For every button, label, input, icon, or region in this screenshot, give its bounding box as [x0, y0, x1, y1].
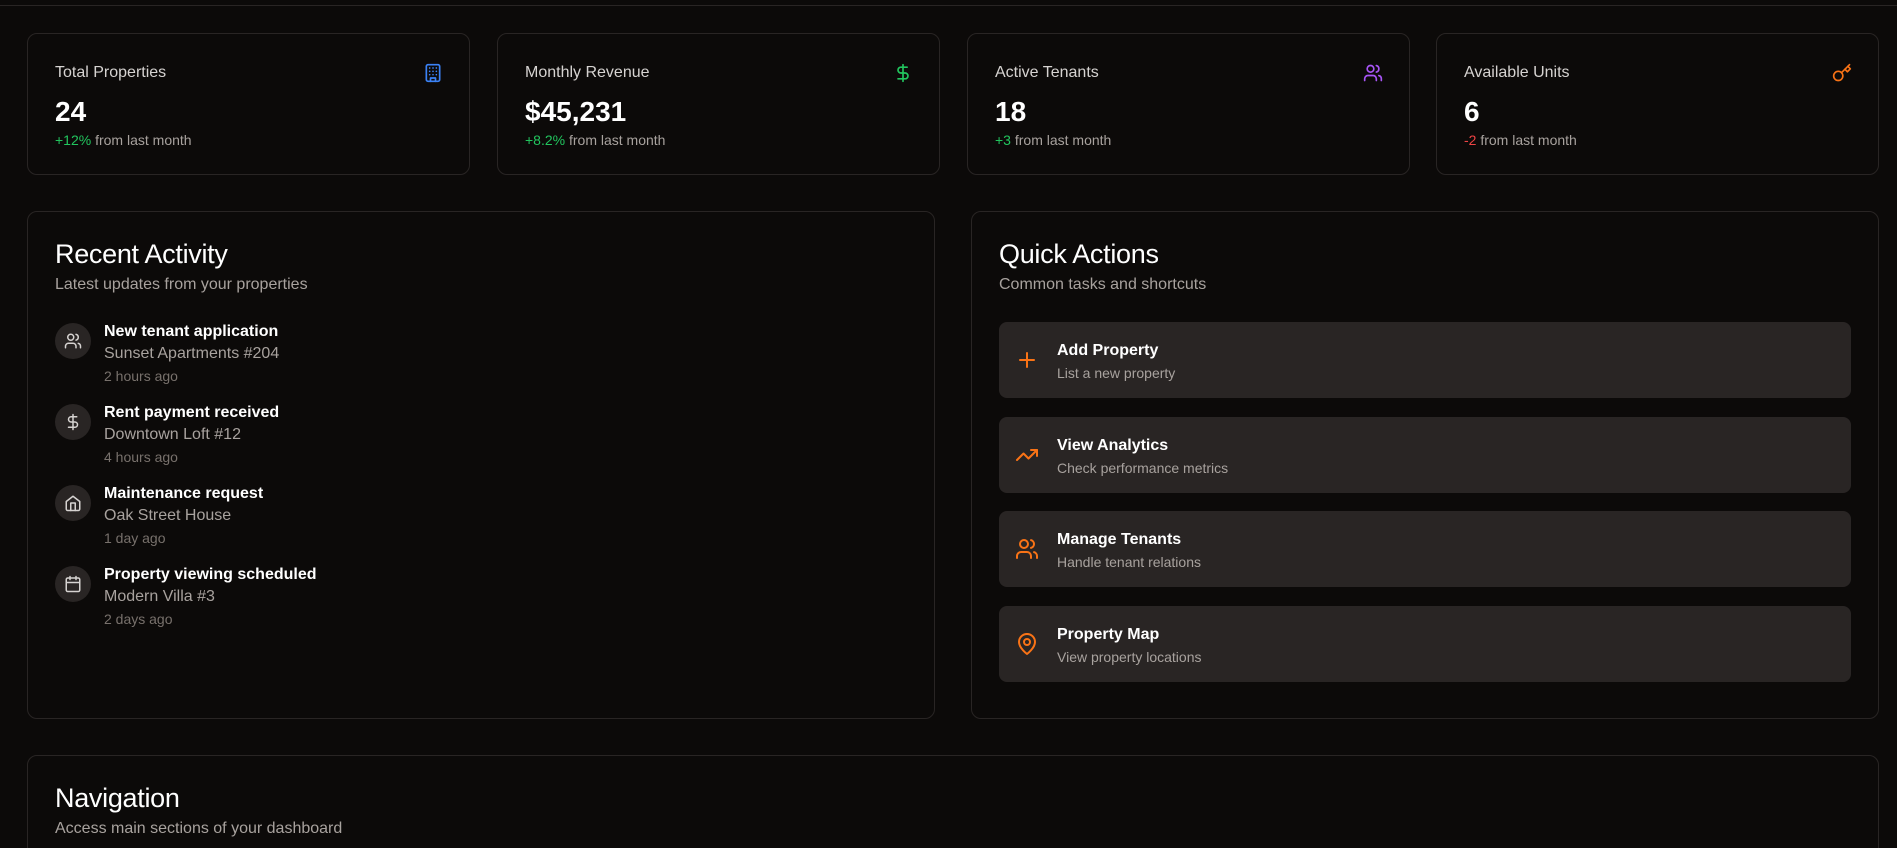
action-title: View Analytics [1057, 437, 1169, 454]
stat-card-total-properties: Total Properties 24 +12% from last month [27, 33, 470, 175]
stat-title: Total Properties [55, 64, 167, 81]
stat-delta: -2 from last month [1464, 132, 1577, 148]
action-subtitle: Check performance metrics [1057, 460, 1229, 476]
stat-delta-suffix: from last month [1476, 132, 1577, 148]
stat-delta-suffix: from last month [565, 132, 666, 148]
navigation-panel: Navigation Access main sections of your … [27, 755, 1879, 848]
stat-value: 24 [55, 96, 87, 127]
plus-icon [1015, 348, 1039, 372]
stat-title: Active Tenants [995, 64, 1099, 81]
stats-row: Total Properties 24 +12% from last month… [27, 33, 1879, 175]
stat-card-monthly-revenue: Monthly Revenue $45,231 +8.2% from last … [497, 33, 940, 175]
panel-subtitle: Latest updates from your properties [55, 276, 308, 293]
map-pin-icon [1015, 632, 1039, 656]
action-title: Add Property [1057, 342, 1159, 359]
add-property-button[interactable]: Add Property List a new property [999, 322, 1851, 398]
stat-title: Available Units [1464, 64, 1570, 81]
header-divider [0, 0, 1897, 6]
panel-title: Quick Actions [999, 239, 1159, 269]
stat-value: $45,231 [525, 96, 627, 127]
activity-item: New tenant application Sunset Apartments… [55, 323, 755, 391]
stat-delta-value: -2 [1464, 132, 1477, 148]
activity-title: Rent payment received [104, 404, 280, 421]
activity-item: Maintenance request Oak Street House 1 d… [55, 485, 755, 553]
trending-up-icon [1015, 443, 1039, 467]
stat-delta-value: +12% [55, 132, 92, 148]
action-subtitle: List a new property [1057, 365, 1176, 381]
stat-delta-suffix: from last month [1010, 132, 1112, 148]
activity-subtitle: Modern Villa #3 [104, 588, 215, 605]
action-subtitle: Handle tenant relations [1057, 554, 1201, 570]
stat-title: Monthly Revenue [525, 64, 650, 81]
property-map-button[interactable]: Property Map View property locations [999, 606, 1851, 682]
stat-card-active-tenants: Active Tenants 18 +3 from last month [967, 33, 1410, 175]
panel-subtitle: Common tasks and shortcuts [999, 276, 1207, 293]
stat-delta: +8.2% from last month [525, 132, 665, 148]
action-subtitle: View property locations [1057, 649, 1202, 665]
stat-value: 6 [1464, 96, 1480, 127]
activity-title: Maintenance request [104, 485, 264, 502]
building-icon [423, 63, 443, 83]
dollar-icon [55, 404, 91, 440]
view-analytics-button[interactable]: View Analytics Check performance metrics [999, 417, 1851, 493]
activity-time: 2 hours ago [104, 368, 178, 384]
activity-subtitle: Sunset Apartments #204 [104, 345, 280, 362]
stat-value: 18 [995, 96, 1027, 127]
activity-subtitle: Oak Street House [104, 507, 232, 524]
activity-time: 4 hours ago [104, 449, 178, 465]
activity-item: Property viewing scheduled Modern Villa … [55, 566, 755, 634]
home-icon [55, 485, 91, 521]
stat-delta-value: +8.2% [525, 132, 566, 148]
panel-title: Recent Activity [55, 239, 228, 269]
action-title: Manage Tenants [1057, 531, 1182, 548]
stat-delta: +12% from last month [55, 132, 192, 148]
panel-subtitle: Access main sections of your dashboard [55, 820, 343, 837]
activity-subtitle: Downtown Loft #12 [104, 426, 241, 443]
stat-delta: +3 from last month [995, 132, 1111, 148]
quick-actions-panel: Quick Actions Common tasks and shortcuts… [971, 211, 1879, 719]
users-icon [1363, 63, 1383, 83]
activity-time: 2 days ago [104, 611, 173, 627]
dollar-icon [893, 63, 913, 83]
stat-delta-value: +3 [995, 132, 1011, 148]
stat-card-available-units: Available Units 6 -2 from last month [1436, 33, 1879, 175]
activity-item: Rent payment received Downtown Loft #12 … [55, 404, 755, 472]
recent-activity-panel: Recent Activity Latest updates from your… [27, 211, 935, 719]
users-icon [1015, 537, 1039, 561]
key-icon [1832, 63, 1852, 83]
action-title: Property Map [1057, 626, 1160, 643]
manage-tenants-button[interactable]: Manage Tenants Handle tenant relations [999, 511, 1851, 587]
activity-time: 1 day ago [104, 530, 166, 546]
stat-delta-suffix: from last month [91, 132, 192, 148]
activity-title: New tenant application [104, 323, 279, 340]
calendar-icon [55, 566, 91, 602]
users-icon [55, 323, 91, 359]
panel-title: Navigation [55, 783, 180, 813]
activity-title: Property viewing scheduled [104, 566, 317, 583]
